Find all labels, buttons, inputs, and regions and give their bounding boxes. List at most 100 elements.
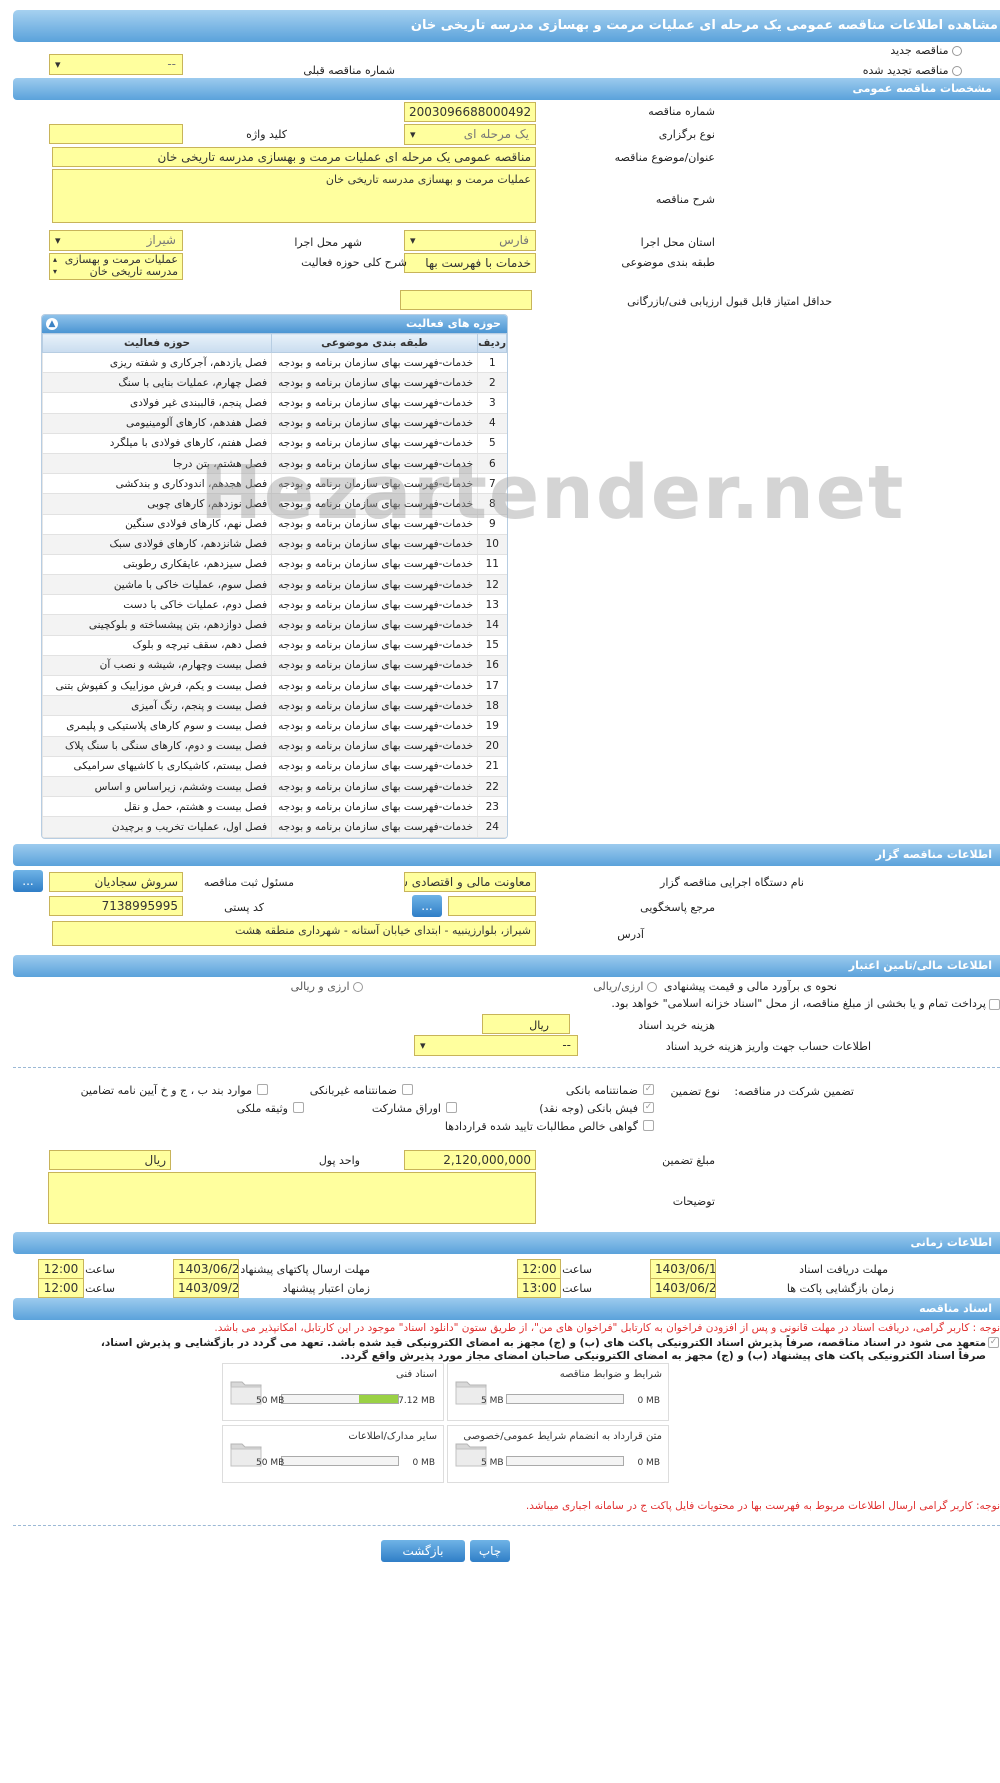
ref-more-button[interactable]: ... <box>412 895 442 917</box>
documents-note-2: متعهد می شود در اسناد مناقصه، صرفاً پذیر… <box>100 1337 986 1349</box>
documents-header: اسناد مناقصه <box>13 1298 1000 1320</box>
row-number: 16 <box>477 655 507 677</box>
keyword-field[interactable] <box>49 124 183 144</box>
row-category: خدمات-فهرست بهای سازمان برنامه و بودجه <box>271 756 478 777</box>
responsible-label: مسئول ثبت مناقصه <box>203 876 294 889</box>
row-category: خدمات-فهرست بهای سازمان برنامه و بودجه <box>271 554 478 576</box>
row-field: فصل دهم، سقف تیرچه و بلوک <box>42 635 272 656</box>
time-label-3: ساعت <box>562 1282 592 1295</box>
col-field: حوزه فعالیت <box>42 333 273 353</box>
currency-label: واحد پول <box>318 1154 360 1167</box>
table-row: 24 خدمات-فهرست بهای سازمان برنامه و بودجه… <box>42 816 507 838</box>
province-value: فارس <box>499 233 529 247</box>
bank-guarantee-checkbox[interactable]: ✓ <box>643 1084 654 1095</box>
city-select[interactable]: شیراز ▾ <box>49 230 183 251</box>
receive-deadline-date: 1403/06/17 <box>650 1259 716 1279</box>
timing-header: اطلاعات زمانی <box>13 1232 1000 1254</box>
guarantee-label: تضمین شرکت در مناقصه: <box>734 1085 854 1098</box>
radio-icon[interactable] <box>647 982 657 992</box>
collapse-icon[interactable]: ▲ <box>46 318 58 330</box>
other-items-checkbox[interactable] <box>257 1084 268 1095</box>
notes-label: توضیحات <box>672 1195 715 1208</box>
col-category: طبقه بندی موضوعی <box>271 333 479 353</box>
row-field: فصل دوم، عملیات خاکی با دست <box>42 594 272 616</box>
row-field: فصل بیستم، کاشیکاری با کاشیهای سرامیکی <box>42 756 272 777</box>
prev-number-select[interactable]: -- ▾ <box>49 54 183 75</box>
more-button[interactable]: ... <box>13 870 43 892</box>
send-deadline-time: 12:00 <box>38 1259 84 1279</box>
documents-note-3: صرفاً اسناد الکترونیکی پاکت های پیشنهاد … <box>340 1350 986 1362</box>
claims-checkbox[interactable] <box>643 1120 654 1131</box>
opt-fx-rial-label: ارزی و ریالی <box>290 980 350 993</box>
nonbank-guarantee-checkbox[interactable] <box>402 1084 413 1095</box>
amount-field: 2,120,000,000 <box>404 1150 536 1170</box>
document-used: 0 MB <box>412 1458 435 1468</box>
doc-cost-unit: ریال <box>529 1019 549 1032</box>
currency-field: ریال <box>49 1150 171 1170</box>
print-button[interactable]: چاپ <box>470 1540 510 1562</box>
min-score-field[interactable] <box>400 290 532 310</box>
province-select[interactable]: فارس ▾ <box>404 230 536 251</box>
document-item[interactable]: شرایط و ضوابط مناقصه 0 MB 5 MB <box>447 1363 669 1421</box>
doc-cost-field[interactable] <box>482 1014 570 1034</box>
document-item[interactable]: سایر مدارک/اطلاعات 0 MB 50 MB <box>222 1425 444 1483</box>
doc-cost-label: هزینه خرید اسناد <box>638 1019 715 1032</box>
general-header: مشخصات مناقصه عمومی <box>13 78 1000 100</box>
row-category: خدمات-فهرست بهای سازمان برنامه و بودجه <box>271 534 478 555</box>
prev-number-value: -- <box>167 57 176 71</box>
new-tender-option[interactable]: مناقصه جدید <box>890 44 962 57</box>
row-category: خدمات-فهرست بهای سازمان برنامه و بودجه <box>271 816 478 838</box>
estimate-label: نحوه ی برآورد مالی و قیمت پیشنهادی <box>663 980 837 993</box>
row-category: خدمات-فهرست بهای سازمان برنامه و بودجه <box>271 675 478 697</box>
renewed-tender-option[interactable]: مناقصه تجدید شده <box>863 64 962 77</box>
opt-fx-rial[interactable]: ارزی و ریالی <box>291 980 363 993</box>
responsible-field: سروش سجادیان <box>49 872 183 892</box>
activity-desc-label: شرح کلی حوزه فعالیت <box>301 256 407 269</box>
row-field: فصل سوم، عملیات خاکی با ماشین <box>42 574 272 596</box>
property-checkbox[interactable] <box>293 1102 304 1113</box>
notes-field[interactable] <box>48 1172 536 1224</box>
payment-checkbox[interactable] <box>989 999 1000 1010</box>
commit-checkbox[interactable]: ✓ <box>988 1337 999 1348</box>
document-progress-fill <box>358 1395 398 1403</box>
row-field: فصل بیست و یکم، فرش موزاییک و کفپوش بتنی <box>42 675 272 697</box>
radio-icon[interactable] <box>952 66 962 76</box>
back-button[interactable]: بازگشت <box>381 1540 465 1562</box>
row-number: 14 <box>477 614 507 636</box>
cash-checkbox[interactable]: ✓ <box>643 1102 654 1113</box>
table-row: 3 خدمات-فهرست بهای سازمان برنامه و بودجه ف… <box>42 392 507 414</box>
chevron-down-icon: ▾ <box>410 128 416 141</box>
document-item[interactable]: اسناد فنی 17.12 MB 50 MB <box>222 1363 444 1421</box>
row-number: 4 <box>477 413 507 434</box>
activity-desc-field[interactable]: عملیات مرمت و بهسازی مدرسه تاریخی خان ▴ ▾ <box>49 253 183 280</box>
radio-icon[interactable] <box>353 982 363 992</box>
bonds-checkbox[interactable] <box>446 1102 457 1113</box>
row-field: فصل اول، عملیات تخریب و برچیدن <box>42 816 272 838</box>
city-label: شهر محل اجرا <box>294 236 362 249</box>
row-category: خدمات-فهرست بهای سازمان برنامه و بودجه <box>271 736 478 757</box>
row-number: 15 <box>477 635 507 656</box>
radio-icon[interactable] <box>952 46 962 56</box>
document-progress <box>506 1394 624 1404</box>
chevron-down-icon: ▾ <box>55 58 61 71</box>
address-field: شیراز، بلوارزینبیه - ابتدای خیابان آستان… <box>52 921 536 946</box>
type-select[interactable]: یک مرحله ای ▾ <box>404 124 536 145</box>
row-number: 10 <box>477 534 507 555</box>
scroll-arrows-icon[interactable]: ▴ ▾ <box>53 254 57 278</box>
activities-title: حوزه های فعالیت <box>406 317 501 330</box>
row-field: فصل بیست و پنجم، رنگ آمیزی <box>42 695 272 717</box>
row-field: فصل دوازدهم، بتن پیشساخته و بلوکچینی <box>42 614 272 636</box>
table-row: 1 خدمات-فهرست بهای سازمان برنامه و بودجه ف… <box>42 352 507 374</box>
document-name: اسناد فنی <box>396 1369 437 1380</box>
row-number: 11 <box>477 554 507 576</box>
ref-field[interactable] <box>448 896 536 916</box>
bank-guarantee-label: ضمانتنامه بانکی <box>565 1084 638 1097</box>
prev-number-label: شماره مناقصه قبلی <box>303 64 395 77</box>
row-number: 2 <box>477 372 507 394</box>
document-item[interactable]: متن قرارداد به انضمام شرایط عمومی/خصوصی 0… <box>447 1425 669 1483</box>
account-select[interactable]: -- ▾ <box>414 1035 578 1056</box>
opt-rial[interactable]: ارزی/ریالی <box>593 980 657 993</box>
activities-panel: حوزه های فعالیت ▲ ردیف طبقه بندی موضوعی … <box>41 314 508 839</box>
postal-label: کد پستی <box>224 901 264 914</box>
document-used: 0 MB <box>637 1458 660 1468</box>
